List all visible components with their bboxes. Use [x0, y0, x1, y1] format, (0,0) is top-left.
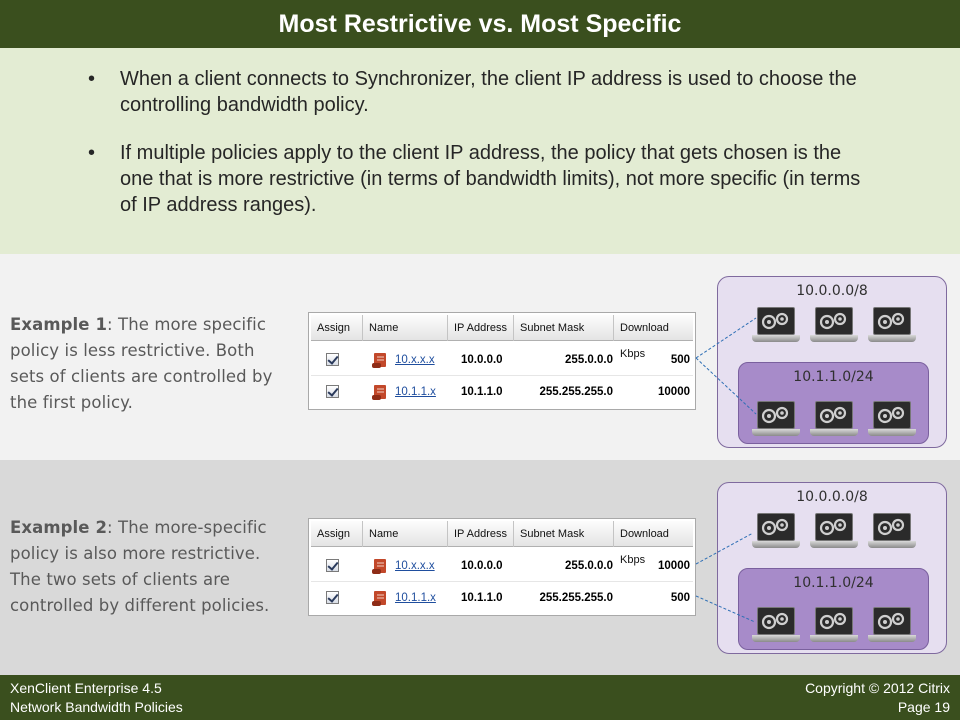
footer-copyright: Copyright © 2012 Citrix	[805, 680, 950, 696]
footer-page-number: Page 19	[897, 699, 950, 715]
footer-topic: Network Bandwidth Policies	[10, 699, 183, 715]
connector-line	[695, 317, 757, 359]
connector-lines	[695, 317, 757, 623]
footer-product: XenClient Enterprise 4.5	[10, 680, 162, 696]
connector-line	[695, 357, 757, 415]
connector-line	[695, 532, 754, 565]
footer: XenClient Enterprise 4.5 Network Bandwid…	[0, 675, 960, 720]
connector-line	[695, 595, 756, 623]
